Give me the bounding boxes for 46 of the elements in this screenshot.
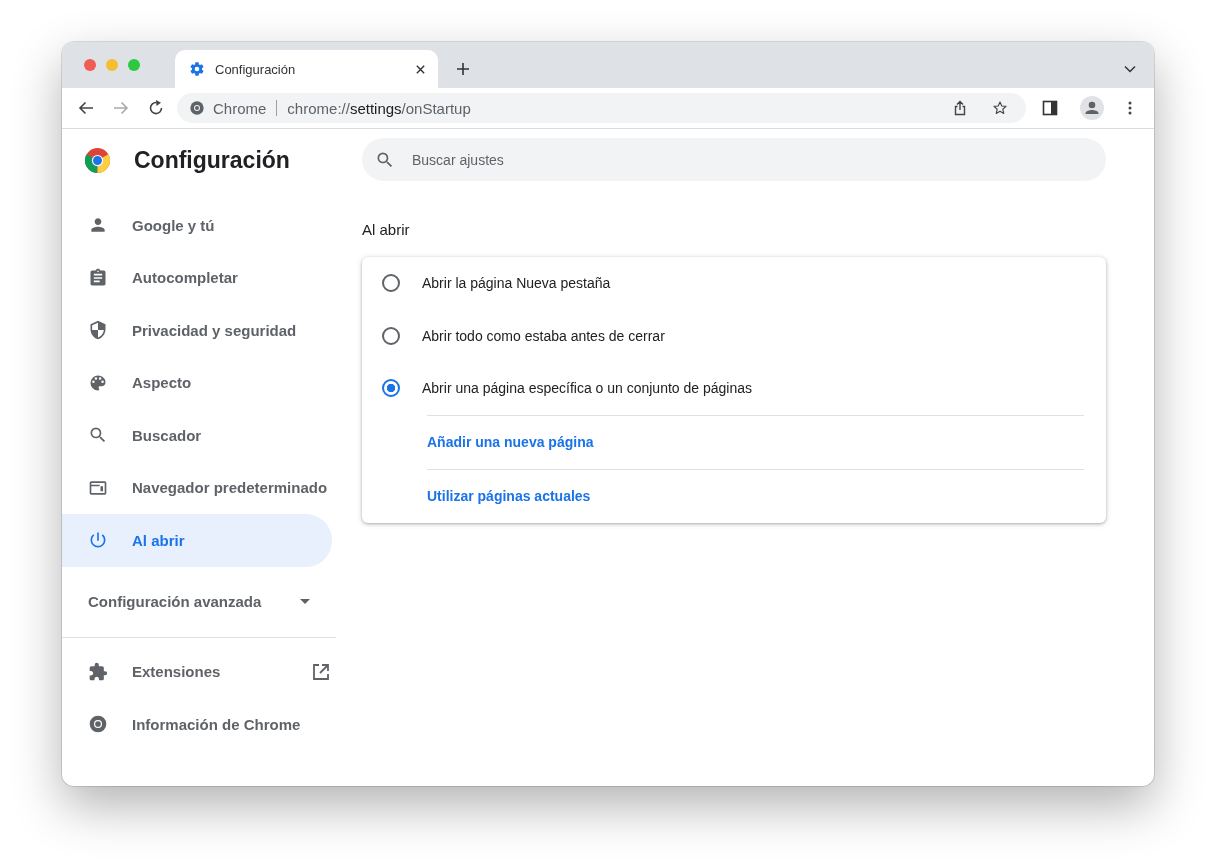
sidebar-item[interactable]: Navegador predeterminado (62, 461, 332, 514)
address-bar[interactable]: Chrome chrome://settings/onStartup (177, 93, 1026, 123)
sidebar-item[interactable]: Google y tú (62, 199, 332, 252)
radio-option[interactable]: Abrir todo como estaba antes de cerrar (382, 309, 1084, 362)
gear-icon (189, 61, 205, 77)
settings-title: Configuración (134, 146, 290, 174)
close-icon[interactable] (415, 63, 426, 75)
search-icon (375, 150, 395, 170)
caret-icon (300, 599, 310, 604)
tab-title: Configuración (215, 61, 297, 77)
section-title: Al abrir (362, 221, 411, 238)
radio-button[interactable] (382, 274, 400, 293)
link[interactable]: Añadir una nueva página (427, 434, 594, 450)
advanced-settings-toggle[interactable]: Configuración avanzada (62, 566, 332, 637)
sidebar-item[interactable]: Aspecto (62, 356, 332, 409)
reload-icon[interactable] (148, 100, 164, 116)
external-link-icon (312, 662, 330, 681)
shield-icon (88, 320, 108, 341)
star-icon[interactable] (992, 100, 1008, 116)
sidebar-item[interactable]: Al abrir (62, 514, 332, 567)
radio-option[interactable]: Abrir una página específica o un conjunto de páginas (382, 362, 1084, 415)
chevron-down-icon[interactable] (1124, 65, 1136, 73)
sidebar-item[interactable]: Buscador (62, 409, 332, 462)
search-field[interactable]: Buscar ajustes (362, 138, 1106, 181)
url-text: chrome://settings/onStartup (287, 99, 471, 117)
sidebar-item[interactable]: Autocompletar (62, 251, 332, 304)
chrome-logo-icon (189, 100, 205, 116)
browser-tab[interactable]: Configuración (175, 50, 438, 88)
puzzle-piece-icon (88, 661, 108, 682)
sidebar-item[interactable]: Extensiones (62, 645, 332, 698)
new-tab-icon[interactable] (456, 62, 470, 76)
side-panel-icon[interactable] (1042, 100, 1058, 116)
share-icon[interactable] (952, 100, 968, 116)
radio-button[interactable] (382, 379, 400, 398)
radio-button[interactable] (382, 326, 400, 345)
profile-avatar-icon[interactable] (1080, 96, 1104, 120)
clipboard-icon (88, 267, 108, 288)
radio-option[interactable]: Abrir la página Nueva pestaña (382, 257, 1084, 310)
link[interactable]: Utilizar páginas actuales (427, 488, 591, 504)
close-window-button[interactable] (84, 59, 96, 71)
chrome-logo-icon (85, 147, 110, 173)
site-label: Chrome (213, 99, 267, 117)
chrome-logo-icon (88, 714, 108, 735)
sidebar-item[interactable]: Privacidad y seguridad (62, 304, 332, 357)
sidebar-item[interactable]: Información de Chrome (62, 698, 332, 751)
back-arrow-icon[interactable] (78, 100, 94, 116)
